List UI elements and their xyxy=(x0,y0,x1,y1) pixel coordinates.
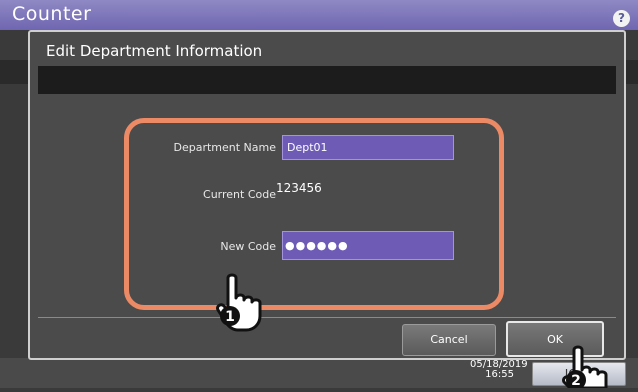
department-name-field[interactable]: Dept01 xyxy=(282,135,454,160)
department-name-label: Department Name xyxy=(173,141,276,154)
message-strip xyxy=(38,66,616,94)
dialog-title: Edit Department Information xyxy=(46,42,263,60)
background-panel-right xyxy=(624,60,638,84)
jobs-button[interactable]: JOBS xyxy=(532,362,626,386)
current-code-value: 123456 xyxy=(276,181,322,195)
edit-department-dialog: Edit Department Information Department N… xyxy=(28,30,626,360)
ok-button[interactable]: OK xyxy=(506,321,604,357)
cancel-button[interactable]: Cancel xyxy=(402,324,496,356)
time-text: 16:55 xyxy=(485,369,514,380)
new-code-label: New Code xyxy=(220,240,276,253)
app-title: Counter xyxy=(12,3,92,25)
app-header: Counter ? xyxy=(0,0,638,30)
help-icon[interactable]: ? xyxy=(613,10,630,27)
background-panel-left xyxy=(0,60,28,84)
new-code-field[interactable]: ●●●●●● xyxy=(282,231,454,260)
date-time-display: 05/18/2019 16:55 xyxy=(470,360,528,380)
dialog-divider xyxy=(38,317,616,318)
current-code-label: Current Code xyxy=(203,188,276,201)
